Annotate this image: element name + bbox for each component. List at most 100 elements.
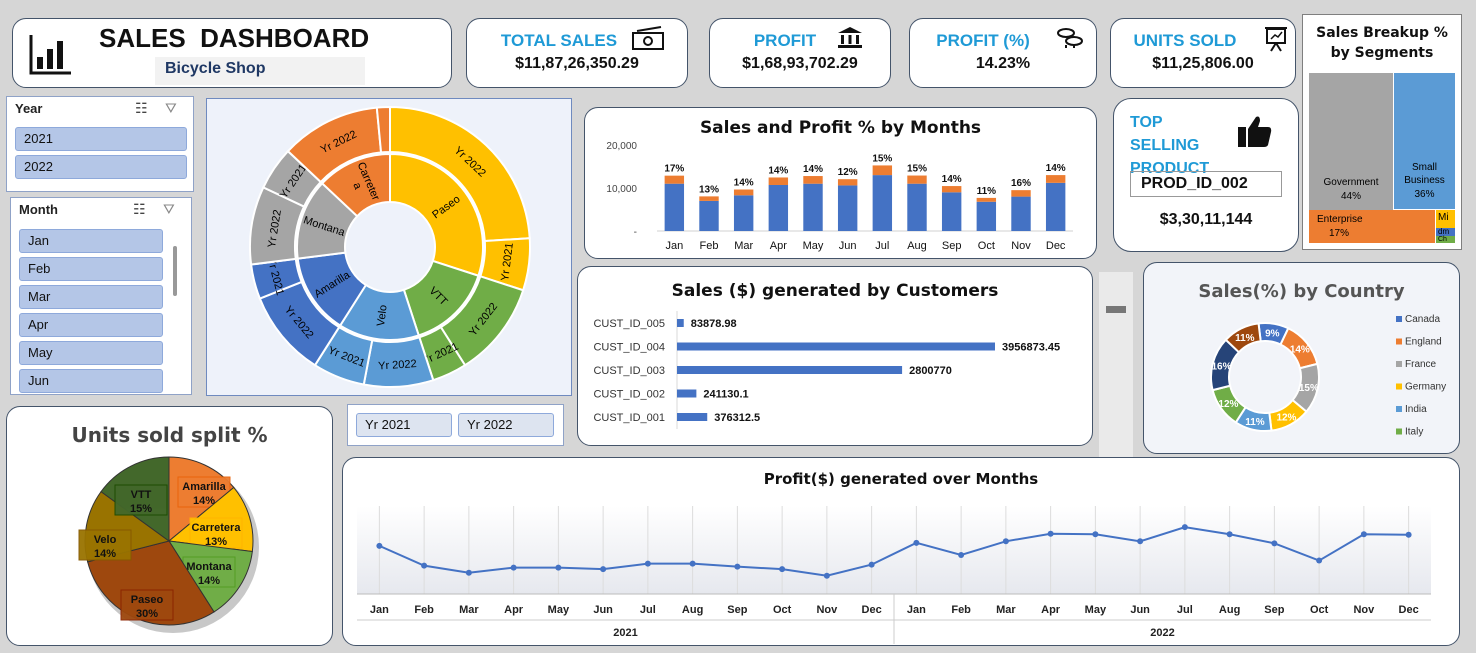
x-tick-label: Dec <box>1046 240 1066 252</box>
bar-profit <box>803 176 823 184</box>
donut-label: 12% <box>1218 399 1238 410</box>
data-point <box>1316 557 1323 564</box>
sales-profit-bar-chart: 20,000 10,000 - 17% Jan 13% Feb 14% Mar 14% Apr 14%… <box>606 141 1073 252</box>
pie-label-group: Carretera13% <box>189 517 243 549</box>
x-tick-label: Jan <box>665 240 683 252</box>
treemap-label: Small Business <box>1404 162 1445 186</box>
bar-sales <box>1045 182 1066 231</box>
donut-label: 9% <box>1265 329 1280 340</box>
bar-profit <box>837 179 858 186</box>
pie-label-name: Montana <box>186 561 232 573</box>
plot-area <box>357 506 1431 594</box>
x-tick-label: Mar <box>996 604 1016 616</box>
data-point <box>555 564 562 571</box>
units-pie-chart: Amarilla 14% Carretera13% Montana 14% Paseo 30… <box>78 456 259 633</box>
legend-label: Canada <box>1405 314 1440 325</box>
data-point <box>376 542 383 549</box>
treemap-dm[interactable]: dm <box>1436 228 1455 236</box>
bar <box>677 319 684 327</box>
sunburst-chart: PaseoVTTVeloAmarillaMontanaCarreteraYr 2… <box>249 105 531 388</box>
donut-label: 11% <box>1235 333 1255 344</box>
slicer-title: Year <box>15 101 43 116</box>
thumbs-up-icon <box>1238 116 1272 147</box>
x-tick-label: Jan <box>907 604 926 616</box>
x-tick-label: Oct <box>1310 604 1329 616</box>
data-point <box>1360 531 1367 538</box>
slicer-item-apr[interactable]: Apr <box>19 313 163 337</box>
legend-label: India <box>1405 404 1427 415</box>
bar-profit <box>1045 175 1066 183</box>
x-tick-label: Sep <box>942 240 962 252</box>
page-subtitle: Bicycle Shop <box>155 57 365 85</box>
x-tick-label: Dec <box>1399 604 1419 616</box>
bar-sales <box>699 200 719 231</box>
slicer-scrollbar[interactable] <box>173 246 177 296</box>
data-point <box>689 560 696 567</box>
treemap-government[interactable]: Government 44% <box>1309 73 1393 223</box>
kpi-profit: PROFIT $1,68,93,702.29 <box>709 18 891 88</box>
country-donut-chart: 9% 14% 15% 12% 11% 12% 16% 11% Canada England Fran… <box>1210 314 1446 438</box>
kpi-units-sold: UNITS SOLD $11,25,806.00 <box>1110 18 1296 88</box>
customers-bar-chart: CUST_ID_005 83878.98 CUST_ID_004 3956873.45… <box>593 311 1060 429</box>
x-tick-label: Oct <box>978 240 995 252</box>
slicer-item-2022[interactable]: 2022 <box>15 155 187 179</box>
donut-label: 11% <box>1245 417 1265 428</box>
slicer-item-jun[interactable]: Jun <box>19 369 163 393</box>
legend-label: Italy <box>1405 427 1423 438</box>
slicer-title: Month <box>19 202 58 217</box>
multi-select-icon[interactable]: ☷ <box>135 100 148 117</box>
kpi-profit-pct: PROFIT (%) 14.23% <box>909 18 1097 88</box>
donut-label: 12% <box>1276 413 1296 424</box>
group-label: 2021 <box>613 627 637 639</box>
pie-label-name: Carretera <box>192 522 242 534</box>
data-point <box>600 566 607 573</box>
pie-label-value: 30% <box>136 608 158 620</box>
slicer-item-jan[interactable]: Jan <box>19 229 163 253</box>
bar-sales <box>1011 196 1031 231</box>
timeline-item-2022[interactable]: Yr 2022 <box>458 413 554 437</box>
pie-label-group: VTT 15% <box>114 484 168 516</box>
slicer-item-may[interactable]: May <box>19 341 163 365</box>
treemap-small-business[interactable]: Small Business 36% <box>1394 73 1455 209</box>
data-point <box>1092 531 1099 538</box>
bar <box>677 366 903 374</box>
slicer-item-2021[interactable]: 2021 <box>15 127 187 151</box>
treemap-mi[interactable]: Mi <box>1436 210 1455 228</box>
data-point <box>779 566 786 573</box>
data-point <box>823 572 830 579</box>
scrollbar-thumb[interactable] <box>1106 306 1126 313</box>
data-point <box>958 551 965 558</box>
treemap-value: 44% <box>1340 191 1361 202</box>
treemap-enterprise[interactable]: Enterprise 17% <box>1309 210 1435 243</box>
x-tick-label: Aug <box>682 604 703 616</box>
kpi-value: $11,87,26,350.29 <box>515 55 639 72</box>
multi-select-icon[interactable]: ☷ <box>133 201 146 218</box>
x-tick-label: Jul <box>875 240 889 252</box>
bar-profit <box>976 197 997 202</box>
data-point <box>465 569 472 576</box>
slicer-item-mar[interactable]: Mar <box>19 285 163 309</box>
top-product-id: PROD_ID_002 <box>1130 171 1282 197</box>
kpi-value: $1,68,93,702.29 <box>742 55 858 72</box>
legend-label: France <box>1405 359 1437 370</box>
x-tick-label: May <box>548 604 570 616</box>
clear-filter-icon[interactable]: ⛛ <box>165 100 177 117</box>
clear-filter-icon[interactable]: ⛛ <box>163 201 175 218</box>
treemap-ch[interactable]: Ch <box>1436 236 1455 243</box>
y-tick-label: - <box>634 227 637 238</box>
donut-label: 15% <box>1299 383 1319 394</box>
pie-label-value: 15% <box>130 503 152 515</box>
x-tick-label: Sep <box>727 604 747 616</box>
vertical-scrollbar[interactable] <box>1099 272 1133 458</box>
data-point <box>644 560 651 567</box>
legend-swatch <box>1396 406 1402 412</box>
bar-sales <box>872 175 893 231</box>
bank-icon <box>838 27 862 48</box>
x-tick-label: Nov <box>816 604 838 616</box>
pie-label-name: VTT <box>131 489 152 501</box>
slicer-item-feb[interactable]: Feb <box>19 257 163 281</box>
timeline-item-2021[interactable]: Yr 2021 <box>356 413 452 437</box>
donut-label: 16% <box>1211 362 1231 373</box>
legend-swatch <box>1396 361 1402 367</box>
data-point <box>510 564 517 571</box>
